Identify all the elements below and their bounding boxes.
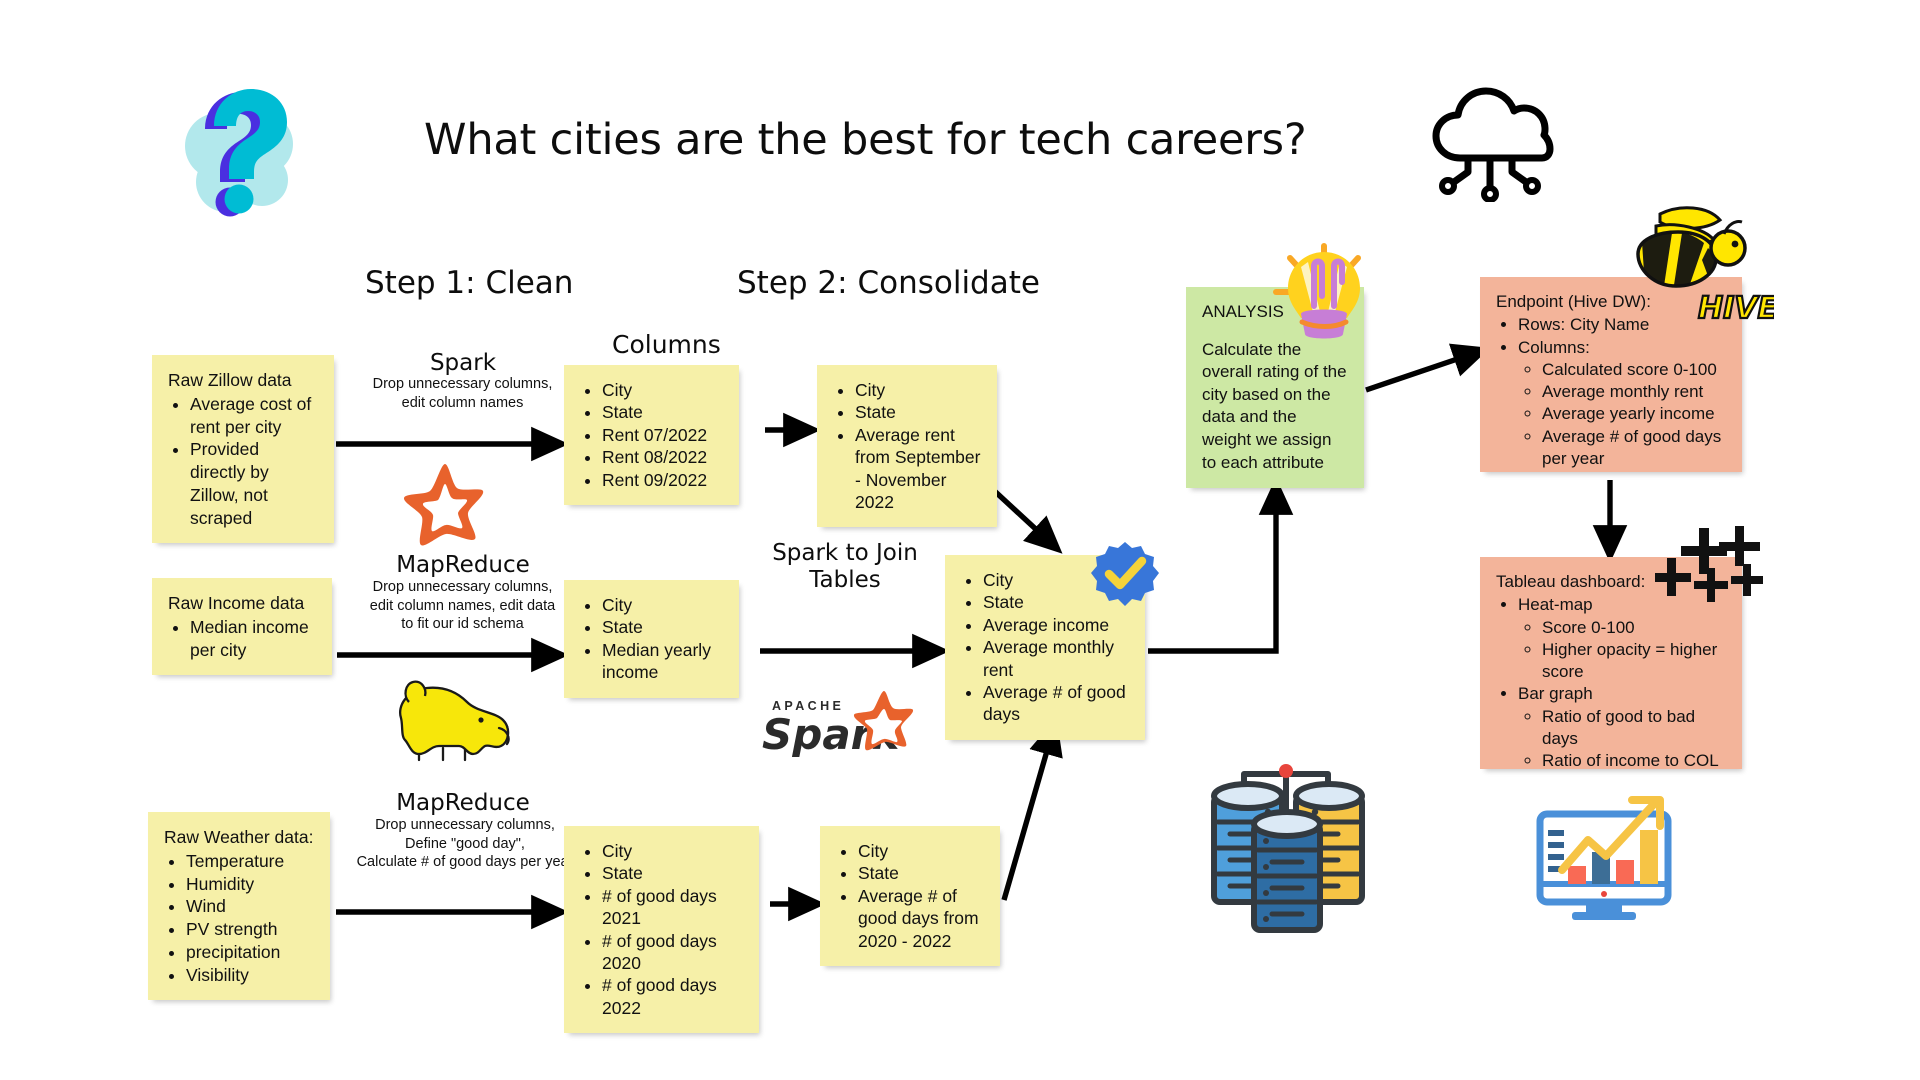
verified-check-icon	[1090, 540, 1160, 610]
list-item: City	[602, 594, 723, 616]
note-weather-consolidated: City State Average # of good days from 2…	[820, 826, 1000, 966]
list-subitem: Higher opacity = higher score	[1542, 639, 1726, 684]
cloud-computing-icon	[1424, 84, 1556, 203]
list-item: State	[602, 401, 723, 423]
note-list: City State Median yearly income	[580, 594, 723, 684]
list-item: Columns: Calculated score 0-100 Average …	[1518, 337, 1726, 471]
list-item: Humidity	[186, 873, 314, 896]
list-item: Average monthly rent	[983, 636, 1129, 681]
svg-text:HIVE: HIVE	[1698, 291, 1774, 326]
note-list: Median income per city	[168, 616, 316, 662]
analysis-body: Calculate the overall rating of the city…	[1202, 339, 1347, 472]
note-list: Average cost of rent per city Provided d…	[168, 393, 318, 530]
list-item: Rent 07/2022	[602, 424, 723, 446]
note-list: City State Average # of good days from 2…	[836, 840, 984, 952]
list-item: City	[602, 379, 723, 401]
list-item: Average cost of rent per city	[190, 393, 318, 439]
list-item: # of good days 2021	[602, 885, 743, 930]
process-mapreduce-weather-name: MapReduce	[396, 790, 530, 816]
process-spark-zillow-desc: Drop unnecessary columns, edit column na…	[372, 376, 553, 411]
list-subitem: Ratio of income to COL	[1542, 750, 1726, 772]
note-list: City State # of good days 2021 # of good…	[580, 840, 743, 1019]
note-sublist: Ratio of good to bad days Ratio of incom…	[1518, 706, 1726, 773]
list-item: Bar graph Ratio of good to bad days Rati…	[1518, 683, 1726, 772]
list-item: # of good days 2020	[602, 930, 743, 975]
list-item-label: Bar graph	[1518, 684, 1593, 704]
note-sublist: Calculated score 0-100 Average monthly r…	[1518, 359, 1726, 470]
note-list: Rows: City Name Columns: Calculated scor…	[1496, 314, 1726, 470]
page-title: What cities are the best for tech career…	[424, 115, 1307, 165]
list-subitem: Average monthly rent	[1542, 381, 1726, 403]
list-item: precipitation	[186, 941, 314, 964]
list-item: City	[858, 840, 984, 862]
list-item: Median income per city	[190, 616, 316, 662]
list-item: State	[858, 862, 984, 884]
list-subitem: Calculated score 0-100	[1542, 359, 1726, 381]
hadoop-elephant-icon	[385, 672, 515, 762]
columns-title: Columns	[612, 330, 721, 359]
list-item-label: Columns:	[1518, 337, 1590, 357]
note-zillow-consolidated: City State Average rent from September -…	[817, 365, 997, 528]
note-list: City State Average rent from September -…	[833, 379, 981, 513]
process-mapreduce-income-desc: Drop unnecessary columns, edit column na…	[369, 579, 556, 633]
note-sublist: Score 0-100 Higher opacity = higher scor…	[1518, 617, 1726, 684]
list-subitem: Ratio of good to bad days	[1542, 706, 1726, 751]
list-item: Average # of good days	[983, 681, 1129, 726]
note-list: Temperature Humidity Wind PV strength pr…	[164, 850, 314, 987]
list-item: State	[602, 616, 723, 638]
spark-star-icon	[400, 460, 490, 548]
question-mark-icon	[176, 84, 306, 219]
note-list: City State Rent 07/2022 Rent 08/2022 Ren…	[580, 379, 723, 491]
note-raw-income: Raw Income data Median income per city	[152, 578, 332, 676]
tableau-logo	[1652, 520, 1765, 622]
process-spark-zillow-name: Spark	[429, 350, 497, 376]
note-weather-columns: City State # of good days 2021 # of good…	[564, 826, 759, 1034]
list-item: City	[855, 379, 981, 401]
list-item: Provided directly by Zillow, not scraped	[190, 438, 318, 529]
note-income-columns: City State Median yearly income	[564, 580, 739, 698]
process-mapreduce-income-name: MapReduce	[396, 552, 530, 578]
list-item: Temperature	[186, 850, 314, 873]
note-zillow-columns: City State Rent 07/2022 Rent 08/2022 Ren…	[564, 365, 739, 505]
list-item: State	[602, 862, 743, 884]
process-mapreduce-weather-desc: Drop unnecessary columns, Define "good d…	[356, 817, 574, 871]
note-raw-zillow: Raw Zillow data Average cost of rent per…	[152, 355, 334, 544]
list-item: Average # of good days from 2020 - 2022	[858, 885, 984, 952]
dashboard-chart-icon	[1528, 788, 1680, 930]
list-item: PV strength	[186, 918, 314, 941]
list-subitem: Average yearly income	[1542, 403, 1726, 425]
note-raw-weather: Raw Weather data: Temperature Humidity W…	[148, 812, 330, 1001]
list-item: Median yearly income	[602, 639, 723, 684]
list-item: State	[855, 401, 981, 423]
list-item: Average rent from September - November 2…	[855, 424, 981, 514]
list-item-label: Heat-map	[1518, 595, 1593, 615]
list-subitem: Average # of good days per year	[1542, 426, 1726, 471]
list-item: Wind	[186, 895, 314, 918]
list-item: # of good days 2022	[602, 974, 743, 1019]
process-spark-join-name: Spark to Join Tables	[772, 540, 918, 594]
note-lead: Raw Income data	[168, 593, 305, 613]
diagram-canvas: What cities are the best for tech career…	[0, 0, 1920, 1080]
lightbulb-idea-icon	[1268, 242, 1378, 352]
list-item: Average income	[983, 614, 1129, 636]
step-1-title: Step 1: Clean	[365, 265, 574, 301]
apache-spark-logo: APACHE Spark	[762, 685, 940, 759]
database-stack-icon	[1198, 752, 1374, 938]
note-lead: Raw Weather data:	[164, 827, 314, 847]
note-lead: Raw Zillow data	[168, 370, 292, 390]
list-item: City	[602, 840, 743, 862]
list-item: Rent 08/2022	[602, 446, 723, 468]
step-2-title: Step 2: Consolidate	[737, 265, 1040, 301]
list-item: Rent 09/2022	[602, 469, 723, 491]
apache-hive-logo: HIVE	[1624, 200, 1780, 328]
list-item: Visibility	[186, 964, 314, 987]
